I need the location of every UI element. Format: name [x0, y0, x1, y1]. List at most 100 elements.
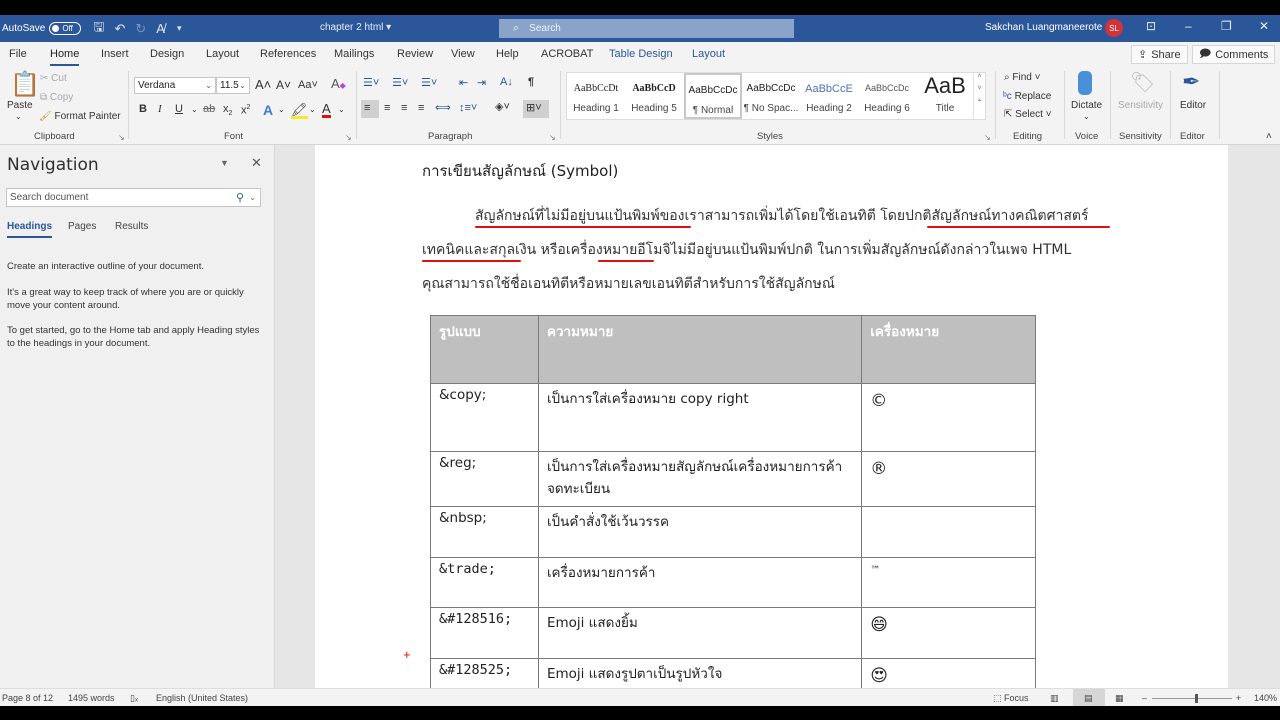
document-title[interactable]: chapter 2 html ▾ — [320, 22, 391, 33]
symbol-cell[interactable] — [861, 506, 1036, 558]
nav-tab-pages[interactable]: Pages — [68, 221, 96, 232]
save-icon[interactable]: 🖫 — [93, 18, 104, 40]
entity-cell[interactable]: &trade; — [430, 557, 539, 608]
zoom-slider[interactable] — [1152, 698, 1232, 699]
superscript-icon[interactable]: x2 — [241, 104, 250, 117]
text-effects-icon[interactable]: A — [263, 103, 273, 117]
share-button[interactable]: ⇪ Share — [1131, 45, 1188, 64]
styles-launcher-icon[interactable]: ↘ — [984, 133, 991, 142]
tab-acrobat[interactable]: ACROBAT — [541, 48, 593, 60]
style-normal[interactable]: AaBbCcDc ¶ Normal — [684, 73, 742, 119]
zoom-out-button[interactable]: – — [1142, 693, 1147, 703]
nav-options-icon[interactable]: ▼ — [220, 158, 229, 168]
borders-icon[interactable]: ⊞˅ — [523, 100, 549, 118]
document-page[interactable]: การเขียนสัญลักษณ์ (Symbol) สัญลักษณ์ที่ไ… — [315, 145, 1228, 699]
zoom-level[interactable]: 140% — [1254, 693, 1277, 703]
entity-cell[interactable]: &reg; — [430, 451, 539, 507]
symbol-cell[interactable]: © — [861, 383, 1036, 452]
text-effects-icon[interactable]: A̸ — [156, 21, 165, 36]
shading-icon[interactable]: ◈˅ — [495, 102, 510, 113]
meaning-cell[interactable]: เครื่องหมายการค้า — [537, 557, 863, 608]
distributed-icon[interactable]: ⟺ — [435, 103, 451, 114]
web-layout-icon[interactable]: ▦ — [1115, 693, 1124, 704]
avatar[interactable]: SL — [1105, 19, 1123, 37]
font-launcher-icon[interactable]: ↘ — [345, 133, 352, 142]
tab-file[interactable]: File — [9, 48, 27, 60]
format-painter-button[interactable]: 🖌 Format Painter — [39, 111, 121, 122]
restore-icon[interactable]: ❐ — [1221, 19, 1232, 33]
entity-cell[interactable]: &nbsp; — [430, 506, 539, 558]
font-name-select[interactable]: Verdana ⌄ — [134, 77, 216, 94]
increase-indent-icon[interactable]: ⇥ — [477, 78, 486, 89]
bullets-icon[interactable]: ☰˅ — [363, 78, 379, 89]
page-count[interactable]: Page 8 of 12 — [2, 693, 53, 703]
cut-button[interactable]: ✂ Cut — [40, 73, 67, 84]
subscript-icon[interactable]: x2 — [223, 103, 232, 117]
print-layout-icon[interactable]: ▤ — [1084, 693, 1093, 704]
tab-references[interactable]: References — [260, 48, 316, 60]
clear-formatting-icon[interactable]: A◆ — [331, 77, 346, 90]
underline-icon[interactable]: U — [175, 104, 183, 115]
tab-view[interactable]: View — [451, 48, 475, 60]
symbol-cell[interactable]: 😄 — [861, 607, 1036, 659]
underline-chevron-icon[interactable]: ⌄ — [191, 106, 198, 114]
language[interactable]: English (United States) — [156, 693, 248, 703]
font-size-select[interactable]: 11.5 ⌄ — [216, 77, 250, 94]
style-heading-2[interactable]: AaBbCcE Heading 2 — [800, 73, 858, 119]
select-button[interactable]: ⇱ Select ˅ — [1004, 109, 1052, 120]
clipboard-launcher-icon[interactable]: ↘ — [118, 133, 125, 142]
meaning-cell[interactable]: Emoji แสดงยิ้ม — [537, 607, 863, 659]
add-row-icon[interactable]: + — [403, 647, 411, 662]
symbol-cell[interactable]: ™ — [861, 557, 1036, 608]
autosave-toggle[interactable]: Off — [49, 22, 82, 35]
italic-icon[interactable]: I — [158, 104, 162, 115]
decrease-indent-icon[interactable]: ⇤ — [459, 78, 468, 89]
entity-cell[interactable]: &#128516; — [430, 607, 539, 659]
nav-tab-results[interactable]: Results — [115, 221, 148, 232]
grow-font-icon[interactable]: A˄ — [255, 78, 271, 91]
search-options-chevron-icon[interactable]: ⌄ — [249, 193, 256, 202]
paragraph-launcher-icon[interactable]: ↘ — [549, 133, 556, 142]
collapse-ribbon-icon[interactable]: ˄ — [1266, 132, 1272, 142]
font-color-icon[interactable]: A — [322, 102, 331, 118]
copy-button[interactable]: ⧉ Copy — [40, 92, 73, 103]
tab-insert[interactable]: Insert — [101, 48, 129, 60]
close-icon[interactable]: ✕ — [1259, 19, 1269, 33]
tab-table-design[interactable]: Table Design — [609, 48, 673, 60]
shrink-font-icon[interactable]: A˅ — [276, 79, 291, 91]
sort-icon[interactable]: A↓ — [500, 77, 513, 88]
replace-button[interactable]: ᵇc Replace — [1003, 91, 1051, 102]
numbering-icon[interactable]: ☰˅ — [392, 78, 408, 89]
meaning-cell[interactable]: เป็นการใส่เครื่องหมายสัญลักษณ์เครื่องหมา… — [537, 451, 863, 507]
styles-gallery-scroll[interactable]: ˄ ˅ ⩡ — [973, 73, 985, 119]
ribbon-display-icon[interactable]: ⊡ — [1146, 19, 1156, 33]
meaning-cell[interactable]: เป็นคำสั่งใช้เว้นวรรค — [537, 506, 863, 558]
tab-help[interactable]: Help — [496, 48, 519, 60]
font-color-chevron-icon[interactable]: ⌄ — [338, 106, 345, 114]
nav-tab-headings[interactable]: Headings — [7, 221, 53, 238]
highlight-icon[interactable]: 🖍 — [291, 103, 308, 119]
tab-review[interactable]: Review — [397, 48, 433, 60]
redo-icon[interactable]: ↻ — [135, 21, 146, 37]
align-right-icon[interactable]: ≡ — [401, 103, 407, 114]
show-formatting-icon[interactable]: ¶ — [528, 77, 534, 88]
focus-button[interactable]: ⬚ Focus — [993, 693, 1029, 704]
read-mode-icon[interactable]: ▥ — [1050, 693, 1059, 704]
line-spacing-icon[interactable]: ↕≡˅ — [459, 103, 477, 114]
customize-toolbar-icon[interactable]: ▾ — [177, 23, 182, 34]
meaning-cell[interactable]: เป็นการใส่เครื่องหมาย copy right — [537, 383, 863, 452]
search-document-input[interactable]: Search document ⚲ ⌄ — [6, 188, 261, 207]
align-left-icon[interactable]: ≡ — [361, 100, 379, 118]
multilevel-list-icon[interactable]: ☰˅ — [421, 78, 437, 89]
tab-mailings[interactable]: Mailings — [334, 48, 374, 60]
zoom-in-button[interactable]: + — [1236, 693, 1241, 703]
text-effects-chevron-icon[interactable]: ⌄ — [278, 106, 285, 114]
style-heading-6[interactable]: AaBbCcDc Heading 6 — [858, 73, 916, 119]
search-input[interactable]: ⌕ Search — [499, 19, 794, 38]
undo-icon[interactable]: ↶ — [114, 21, 125, 37]
zoom-slider-thumb[interactable] — [1195, 694, 1198, 703]
autosave[interactable]: AutoSave Off — [2, 22, 82, 35]
style-heading-5[interactable]: AaBbCcD Heading 5 — [625, 73, 683, 119]
strikethrough-icon[interactable]: ab — [203, 104, 215, 115]
search-icon[interactable]: ⚲ — [236, 191, 244, 204]
